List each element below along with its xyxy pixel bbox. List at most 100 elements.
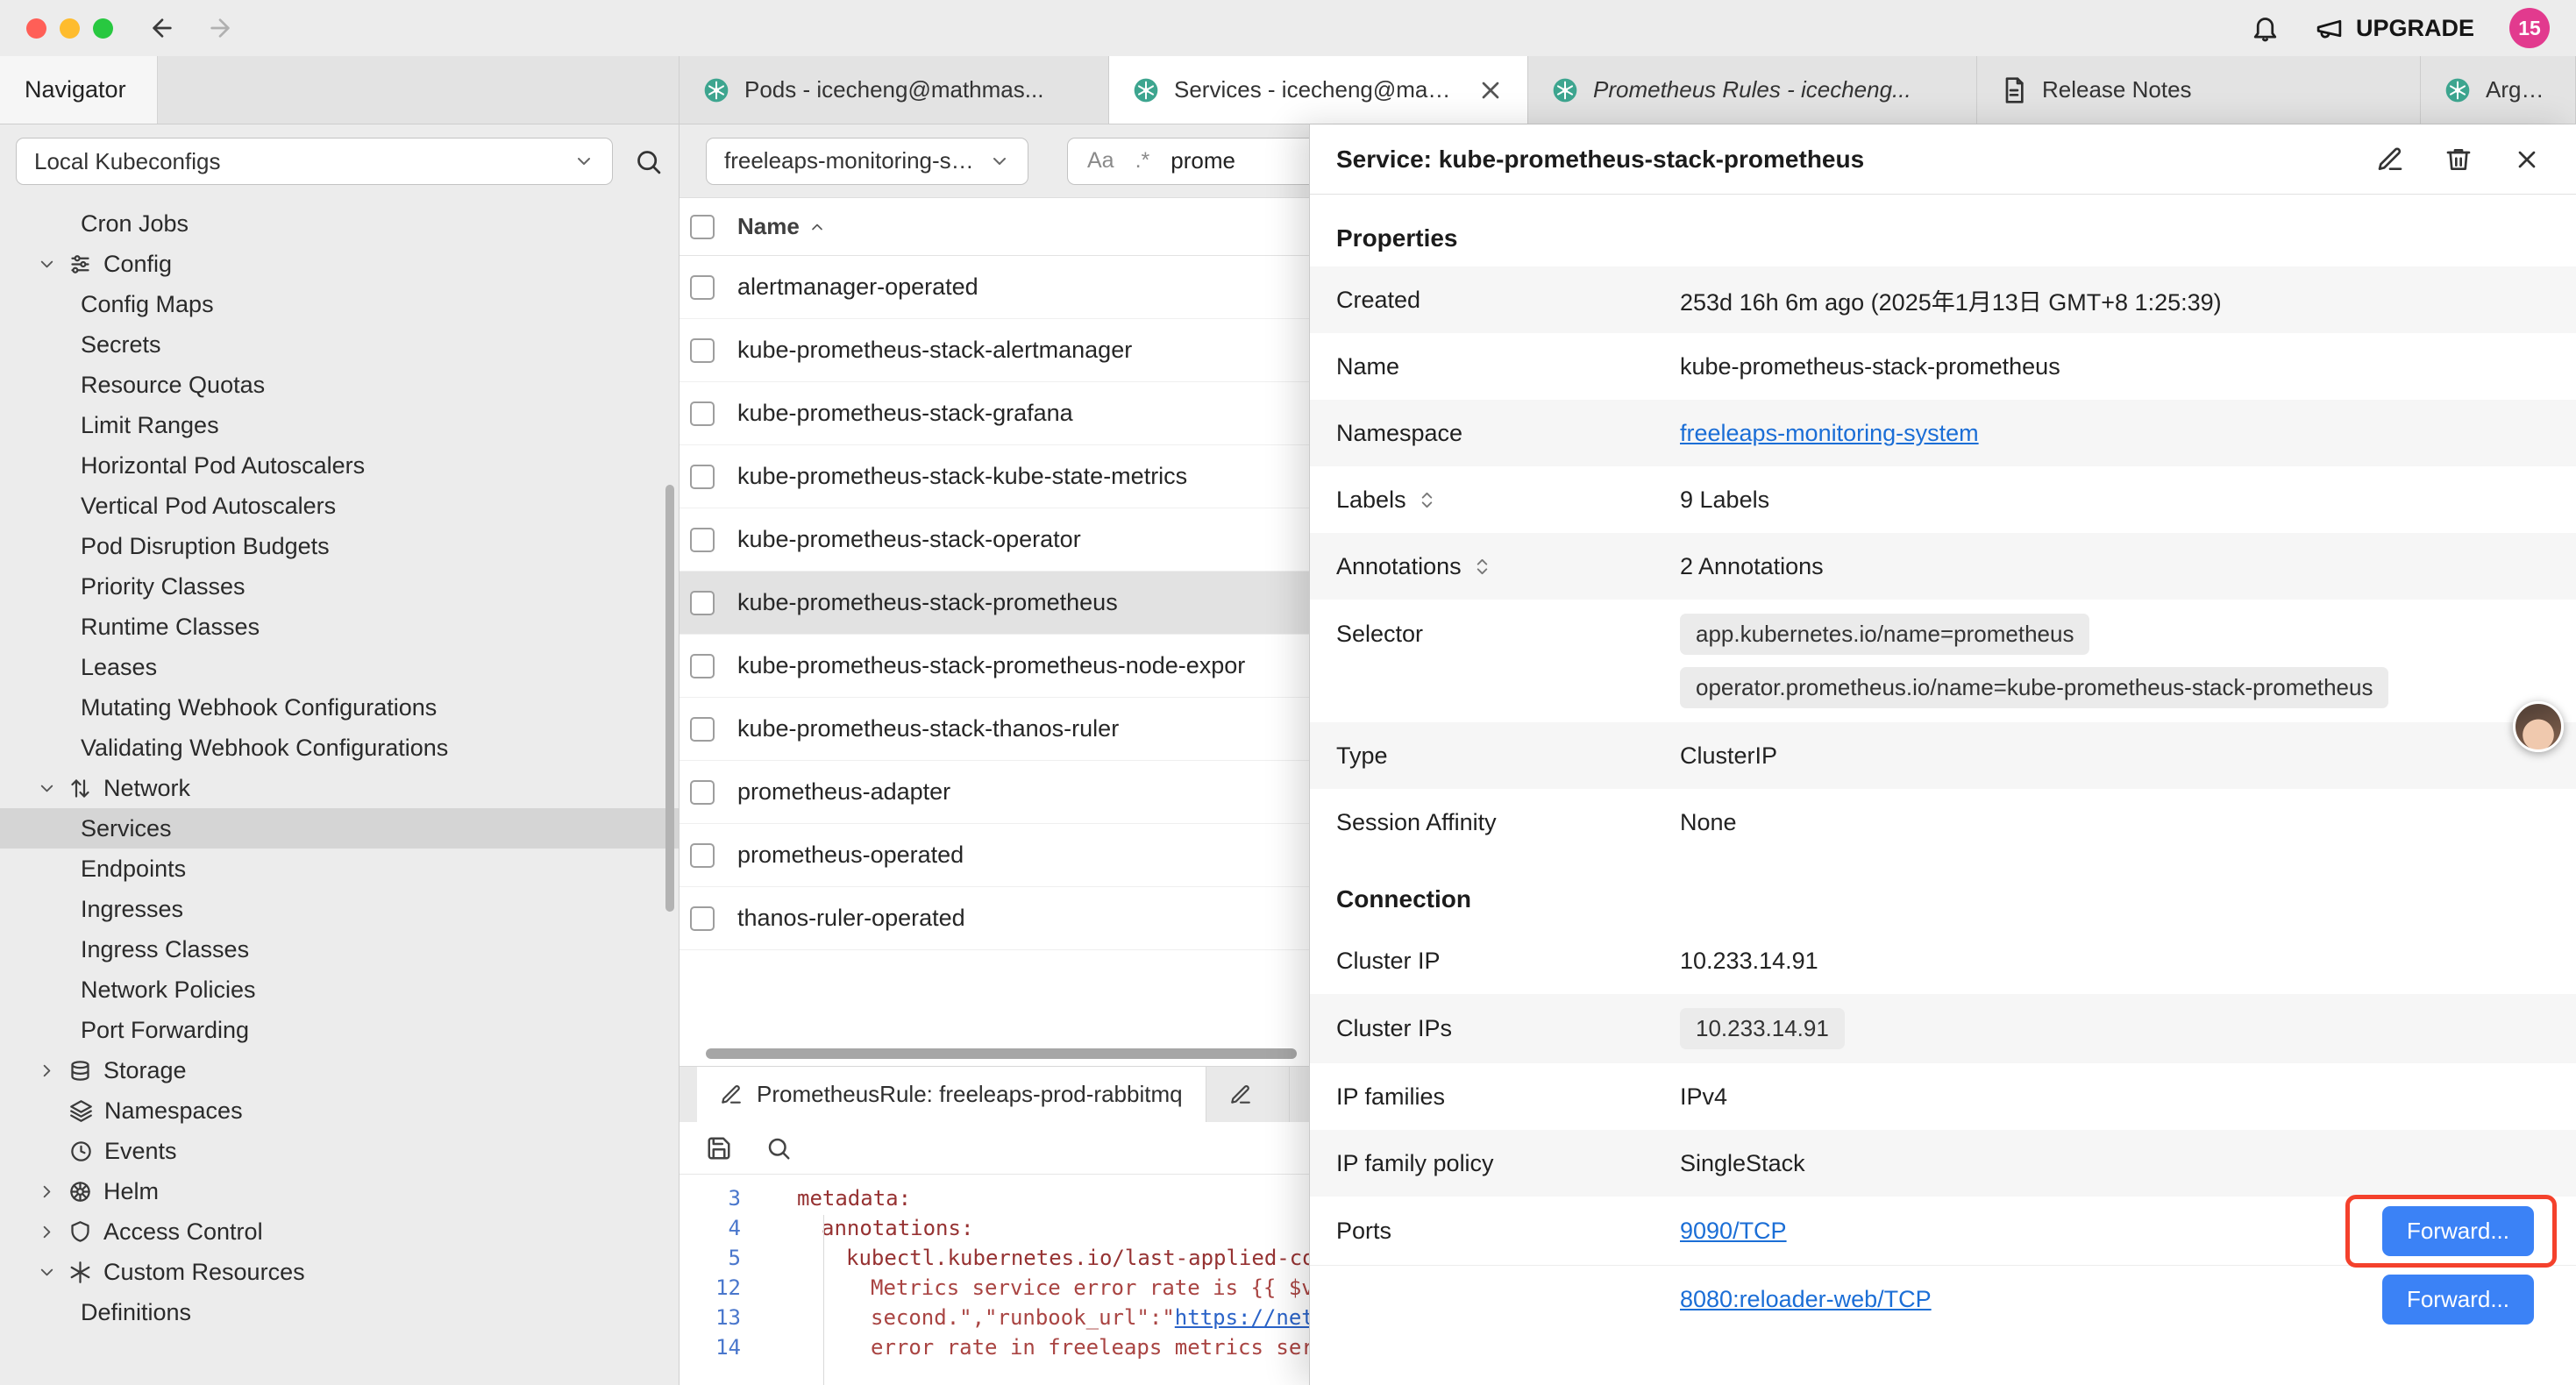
upgrade-button[interactable]: UPGRADE: [2315, 14, 2474, 43]
app-tab-argo-se[interactable]: Argo Se: [2421, 56, 2576, 124]
chevrons-up-down-icon[interactable]: [1472, 557, 1492, 577]
close-tab-icon[interactable]: [1477, 76, 1505, 104]
port-row: Ports9090/TCPForward...: [1310, 1197, 2576, 1265]
sidebar-item-label: Services: [81, 815, 172, 842]
sidebar-item-network-policies[interactable]: Network Policies: [0, 970, 679, 1010]
match-case-toggle[interactable]: Aa: [1087, 148, 1114, 174]
row-checkbox[interactable]: [690, 401, 715, 426]
sidebar-item-network[interactable]: Network: [0, 768, 679, 808]
detail-panel: Service: kube-prometheus-stack-prometheu…: [1309, 124, 2576, 1385]
sidebar-item-label: Horizontal Pod Autoscalers: [81, 452, 365, 479]
column-header-name[interactable]: Name: [737, 213, 826, 240]
row-checkbox[interactable]: [690, 275, 715, 300]
sidebar-item-helm[interactable]: Helm: [0, 1171, 679, 1211]
chevrons-up-down-icon[interactable]: [1417, 490, 1437, 510]
row-checkbox[interactable]: [690, 717, 715, 742]
sidebar-item-limit-ranges[interactable]: Limit Ranges: [0, 405, 679, 445]
edit-icon[interactable]: [2376, 146, 2404, 174]
row-checkbox[interactable]: [690, 338, 715, 363]
forward-button[interactable]: Forward...: [2382, 1275, 2534, 1325]
delete-icon[interactable]: [2444, 146, 2473, 174]
row-checkbox[interactable]: [690, 843, 715, 868]
chevron-down-icon: [573, 151, 594, 172]
sidebar-item-services[interactable]: Services: [0, 808, 679, 849]
notification-count-badge[interactable]: 15: [2509, 8, 2550, 48]
app-tab-pods-icecheng-mathmas[interactable]: Pods - icecheng@mathmas...: [680, 56, 1109, 124]
sidebar-scrollbar[interactable]: [665, 485, 674, 912]
property-value: SingleStack: [1680, 1150, 2576, 1177]
editor-tab-1[interactable]: PrometheusRule: freeleaps-prod-rabbitmq: [697, 1067, 1206, 1122]
editor-search-icon[interactable]: [765, 1135, 792, 1161]
cell-name: kube-prometheus-stack-prometheus: [737, 589, 1118, 616]
app-tab-prometheus-rules-icecheng[interactable]: Prometheus Rules - icecheng...: [1528, 56, 1977, 124]
editor-tab-2[interactable]: [1206, 1067, 1290, 1122]
sidebar-item-label: Namespaces: [104, 1097, 243, 1125]
row-checkbox[interactable]: [690, 654, 715, 678]
bell-icon[interactable]: [2251, 14, 2280, 43]
kubeconfig-selector[interactable]: Local Kubeconfigs: [16, 138, 613, 185]
property-value-text: IPv4: [1680, 1083, 1727, 1111]
detail-panel-header: Service: kube-prometheus-stack-prometheu…: [1310, 124, 2576, 195]
sidebar-item-label: Resource Quotas: [81, 372, 265, 399]
sidebar-item-port-forwarding[interactable]: Port Forwarding: [0, 1010, 679, 1050]
sidebar-item-pod-disruption-budgets[interactable]: Pod Disruption Budgets: [0, 526, 679, 566]
minimize-window-button[interactable]: [60, 18, 80, 39]
row-checkbox[interactable]: [690, 528, 715, 552]
sidebar-item-namespaces[interactable]: Namespaces: [0, 1090, 679, 1131]
property-value-text: 9 Labels: [1680, 487, 1769, 514]
sidebar-item-storage[interactable]: Storage: [0, 1050, 679, 1090]
zoom-window-button[interactable]: [93, 18, 113, 39]
sidebar-item-label: Custom Resources: [103, 1259, 305, 1286]
sidebar-item-horizontal-pod-autoscalers[interactable]: Horizontal Pod Autoscalers: [0, 445, 679, 486]
sidebar-item-priority-classes[interactable]: Priority Classes: [0, 566, 679, 607]
row-checkbox[interactable]: [690, 591, 715, 615]
namespace-link[interactable]: freeleaps-monitoring-system: [1680, 420, 1979, 447]
sidebar-item-endpoints[interactable]: Endpoints: [0, 849, 679, 889]
property-value: 253d 16h 6m ago (2025年1月13日 GMT+8 1:25:3…: [1680, 283, 2576, 317]
navigator-panel-tab[interactable]: Navigator: [0, 56, 158, 124]
close-icon[interactable]: [2513, 146, 2541, 174]
sidebar-item-ingresses[interactable]: Ingresses: [0, 889, 679, 929]
horizontal-scrollbar[interactable]: [706, 1048, 1297, 1059]
port-value: 8080:reloader-web/TCP: [1680, 1286, 2382, 1313]
value-chip: 10.233.14.91: [1680, 1008, 1845, 1049]
sidebar-item-definitions[interactable]: Definitions: [0, 1292, 679, 1332]
sidebar-item-label: Network Policies: [81, 977, 256, 1004]
regex-toggle[interactable]: .*: [1135, 148, 1150, 174]
sidebar-search-icon[interactable]: [634, 147, 663, 176]
property-label: Selector: [1336, 614, 1680, 648]
sidebar-item-events[interactable]: Events: [0, 1131, 679, 1171]
line-number: 12: [680, 1273, 741, 1303]
forward-button[interactable]: Forward...: [2382, 1206, 2534, 1256]
sidebar-item-leases[interactable]: Leases: [0, 647, 679, 687]
save-icon[interactable]: [706, 1135, 732, 1161]
chevron-right-icon: [37, 1061, 57, 1081]
row-checkbox[interactable]: [690, 906, 715, 931]
back-icon[interactable]: [148, 14, 176, 42]
sidebar-item-vertical-pod-autoscalers[interactable]: Vertical Pod Autoscalers: [0, 486, 679, 526]
port-forward-link[interactable]: 8080:reloader-web/TCP: [1680, 1286, 1932, 1313]
user-avatar[interactable]: [2513, 701, 2564, 752]
sidebar-item-config-maps[interactable]: Config Maps: [0, 284, 679, 324]
row-checkbox[interactable]: [690, 780, 715, 805]
sidebar-item-resource-quotas[interactable]: Resource Quotas: [0, 365, 679, 405]
section-heading-properties: Properties: [1310, 195, 2576, 266]
namespace-selector[interactable]: freeleaps-monitoring-system: [706, 138, 1028, 185]
sidebar-item-secrets[interactable]: Secrets: [0, 324, 679, 365]
forward-icon[interactable]: [206, 14, 234, 42]
sidebar-item-runtime-classes[interactable]: Runtime Classes: [0, 607, 679, 647]
sidebar-item-access-control[interactable]: Access Control: [0, 1211, 679, 1252]
sidebar-item-ingress-classes[interactable]: Ingress Classes: [0, 929, 679, 970]
sidebar-item-cron-jobs[interactable]: Cron Jobs: [0, 203, 679, 244]
sidebar-item-config[interactable]: Config: [0, 244, 679, 284]
sidebar-item-validating-webhook-configurations[interactable]: Validating Webhook Configurations: [0, 728, 679, 768]
port-forward-link[interactable]: 9090/TCP: [1680, 1218, 1787, 1245]
row-checkbox[interactable]: [690, 465, 715, 489]
sidebar-item-mutating-webhook-configurations[interactable]: Mutating Webhook Configurations: [0, 687, 679, 728]
app-tab-services-icecheng-math[interactable]: Services - icecheng@math...: [1109, 56, 1528, 124]
sidebar-item-label: Access Control: [103, 1218, 263, 1246]
close-window-button[interactable]: [26, 18, 46, 39]
select-all-checkbox[interactable]: [690, 215, 715, 239]
sidebar-item-custom-resources[interactable]: Custom Resources: [0, 1252, 679, 1292]
app-tab-release-notes[interactable]: Release Notes: [1977, 56, 2421, 124]
